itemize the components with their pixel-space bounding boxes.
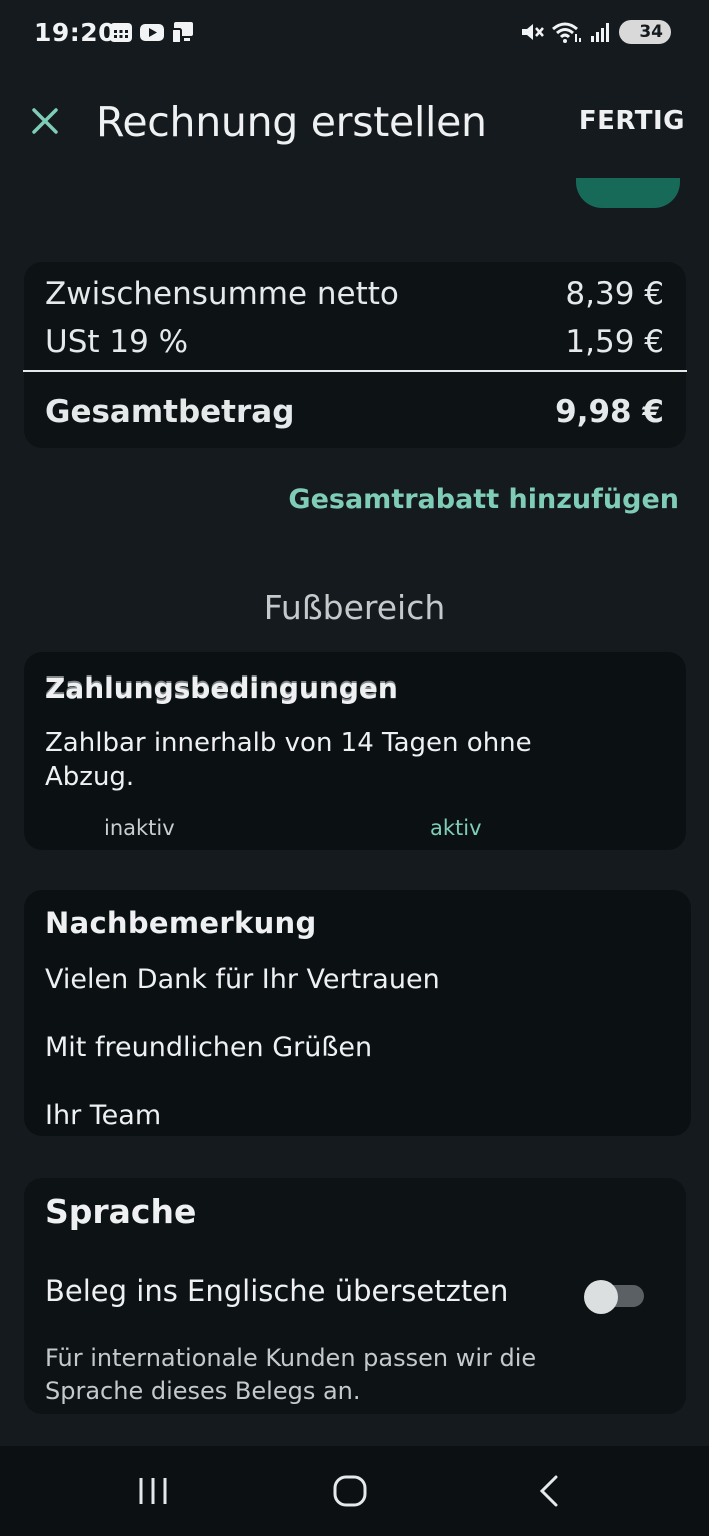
closing-note-line: Vielen Dank für Ihr Vertrauen [45, 964, 440, 995]
language-title: Sprache [45, 1192, 197, 1231]
vat-value: 1,59 € [565, 324, 664, 360]
mute-icon [522, 24, 544, 40]
language-hint: Für internationale Kunden passen wir die… [45, 1344, 537, 1405]
youtube-icon [140, 24, 164, 41]
wifi-icon [552, 22, 581, 43]
status-bar: 19:20 34 [0, 0, 709, 68]
subtotal-label: Zwischensumme netto [45, 276, 399, 312]
total-row: Gesamtbetrag 9,98 € [45, 394, 664, 430]
closing-note-card[interactable]: Nachbemerkung Vielen Dank für Ihr Vertra… [24, 890, 691, 1136]
navigation-bar [0, 1446, 709, 1536]
closing-note-title: Nachbemerkung [45, 906, 317, 940]
recents-icon[interactable] [133, 1472, 173, 1512]
subtotal-row: Zwischensumme netto 8,39 € [45, 276, 664, 312]
total-value: 9,98 € [555, 394, 664, 430]
closing-note-line: Mit freundlichen Grüßen [45, 1032, 373, 1063]
add-discount-link[interactable]: Gesamtrabatt hinzufügen [288, 484, 679, 515]
footer-section-heading: Fußbereich [263, 588, 446, 627]
segment-inactive[interactable]: inaktiv [104, 816, 175, 840]
translate-toggle-label: Beleg ins Englische übersetzten [45, 1274, 509, 1308]
signal-icon [591, 23, 609, 42]
status-right-icons: 34 [519, 20, 671, 44]
payment-terms-card[interactable]: Zahlungsbedingungen Zahlungsbedingungen … [24, 652, 686, 850]
totals-card: Zwischensumme netto 8,39 € USt 19 % 1,59… [24, 262, 686, 448]
add-item-button[interactable] [576, 178, 680, 208]
payment-terms-title: Zahlungsbedingungen [45, 672, 398, 705]
vat-row: USt 19 % 1,59 € [45, 324, 664, 360]
translate-toggle[interactable] [584, 1280, 644, 1314]
payment-terms-text: Zahlbar innerhalb von 14 Tagen ohne Abzu… [45, 728, 532, 792]
home-icon[interactable] [330, 1472, 370, 1512]
device-icon [171, 22, 193, 44]
app-bar: Rechnung erstellen FERTIG [0, 80, 709, 166]
done-button[interactable]: FERTIG [579, 106, 685, 136]
toggle-thumb [584, 1280, 618, 1314]
status-time: 19:20 [34, 18, 117, 47]
totals-divider [23, 370, 687, 372]
total-label: Gesamtbetrag [45, 394, 295, 430]
page-title: Rechnung erstellen [96, 98, 487, 146]
vat-label: USt 19 % [45, 324, 189, 360]
subtotal-value: 8,39 € [565, 276, 664, 312]
battery-icon: 34 [619, 20, 671, 44]
back-icon[interactable] [530, 1472, 570, 1512]
calendar-icon [110, 23, 132, 42]
status-left-icons [108, 20, 196, 44]
close-icon[interactable] [26, 102, 64, 140]
segment-active[interactable]: aktiv [430, 816, 482, 840]
language-card: Sprache Beleg ins Englische übersetzten … [24, 1178, 686, 1414]
battery-level: 34 [639, 22, 663, 42]
closing-note-line: Ihr Team [45, 1100, 162, 1131]
